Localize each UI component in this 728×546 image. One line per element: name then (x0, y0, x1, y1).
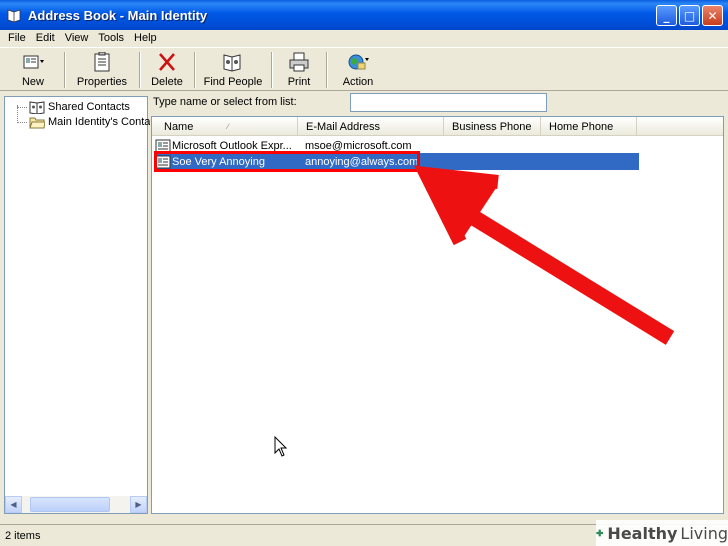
watermark-bold: Healthy (607, 523, 678, 543)
healthy-living-watermark: Healthy Living (596, 520, 728, 546)
mouse-pointer-icon (274, 436, 288, 457)
item-count: 2 items (5, 529, 41, 542)
annotation-arrow-icon (413, 165, 675, 345)
healthy-living-logo-icon (596, 529, 604, 537)
watermark-light: Living (680, 523, 728, 543)
